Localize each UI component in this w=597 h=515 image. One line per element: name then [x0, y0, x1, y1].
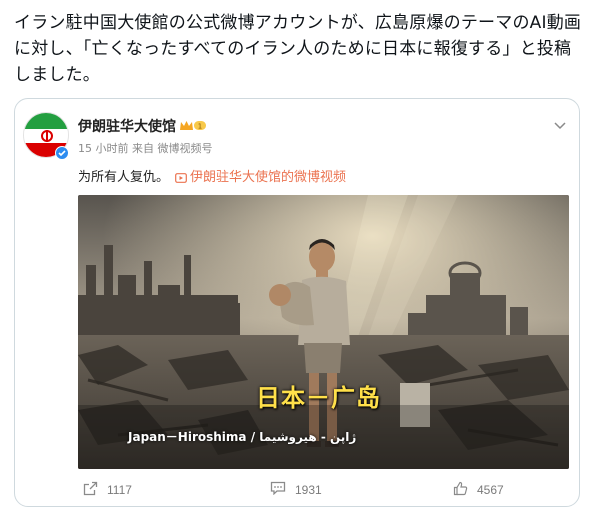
post-body: 为所有人复仇。 伊朗驻华大使馆的微博视频	[78, 166, 346, 187]
share-button[interactable]: 1117	[83, 481, 132, 499]
svg-text:1: 1	[198, 123, 202, 131]
post-meta: 15 小时前 来自 微博视频号	[78, 142, 213, 155]
comment-button[interactable]: 1931	[270, 481, 322, 498]
chevron-down-icon[interactable]	[554, 115, 566, 134]
account-name[interactable]: 伊朗驻华大使馆	[78, 116, 176, 136]
comment-icon	[270, 481, 286, 498]
headline-text: イラン駐中国大使館の公式微博アカウントが、広島原爆のテーマのAI動画に対し、「亡…	[14, 13, 582, 85]
video-caption-en: Japan－Hiroshima / ژاپن - هیروشیما	[128, 430, 357, 444]
comment-count: 1931	[295, 482, 322, 497]
crown-icon: 1	[179, 117, 207, 136]
share-count: 1117	[107, 483, 132, 497]
video-caption-jp: 日本－广岛	[256, 384, 381, 412]
like-button[interactable]: 4567	[453, 481, 504, 499]
weibo-post-card: 伊朗驻华大使馆 1 15 小时前 来自 微博视频号 为所有人复仇。 伊朗驻华大使馆…	[14, 98, 580, 507]
verified-icon	[55, 146, 69, 160]
like-count: 4567	[477, 483, 504, 497]
video-icon	[175, 172, 187, 187]
post-body-text: 为所有人复仇。	[78, 170, 170, 185]
video-link[interactable]: 伊朗驻华大使馆的微博视频	[175, 170, 346, 185]
video-link-label: 伊朗驻华大使馆的微博视频	[190, 170, 347, 185]
share-icon	[83, 481, 98, 499]
video-thumbnail[interactable]: 日本－广岛 Japan－Hiroshima / ژاپن - هیروشیما	[78, 195, 569, 469]
like-icon	[453, 481, 468, 499]
